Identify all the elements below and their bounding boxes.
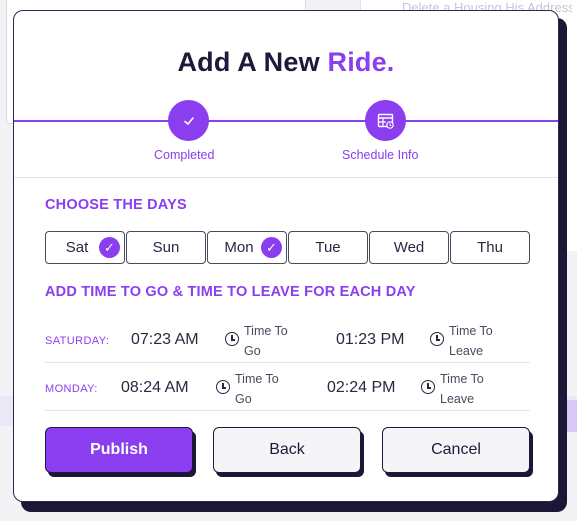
leave-time-value[interactable]: 01:23 PM: [336, 331, 404, 349]
day-button-wed[interactable]: Wed: [369, 231, 449, 264]
go-time-label: Time To Go: [235, 372, 279, 406]
leave-time-value[interactable]: 02:24 PM: [327, 379, 395, 397]
schedule-day-label: SATURDAY:: [45, 335, 110, 347]
title-main: Add A New: [177, 47, 320, 77]
clock-icon[interactable]: [430, 332, 444, 346]
day-label: Mon: [224, 239, 254, 256]
check-icon: ✓: [99, 237, 120, 258]
modal-title: Add A New Ride.: [14, 47, 558, 78]
step-completed[interactable]: [168, 100, 209, 141]
check-icon: ✓: [261, 237, 282, 258]
times-heading: ADD TIME TO GO & TIME TO LEAVE FOR EACH …: [45, 284, 416, 300]
add-ride-modal: Add A New Ride. Completed Schedule Info …: [13, 10, 559, 502]
step-schedule-info[interactable]: [365, 100, 406, 141]
clock-icon[interactable]: [225, 332, 239, 346]
publish-button[interactable]: Publish: [45, 427, 193, 473]
day-button-sun[interactable]: Sun: [126, 231, 206, 264]
day-label: Sat: [65, 239, 89, 256]
day-label: Tue: [315, 239, 341, 256]
clock-icon[interactable]: [421, 380, 435, 394]
go-time-value[interactable]: 08:24 AM: [121, 379, 189, 397]
days-heading: CHOOSE THE DAYS: [45, 197, 187, 213]
day-button-mon[interactable]: Mon ✓: [207, 231, 287, 264]
day-button-tue[interactable]: Tue: [288, 231, 368, 264]
clock-icon[interactable]: [216, 380, 230, 394]
cancel-button[interactable]: Cancel: [382, 427, 530, 473]
day-label: Thu: [477, 239, 503, 256]
schedule-day-label: MONDAY:: [45, 383, 98, 395]
day-label: Sun: [152, 239, 180, 256]
schedule-row-saturday: SATURDAY: 07:23 AM Time To Go 01:23 PM T…: [45, 319, 530, 363]
step-label-completed: Completed: [154, 148, 215, 162]
step-label-schedule: Schedule Info: [342, 148, 419, 162]
leave-time-label: Time To Leave: [449, 324, 493, 358]
go-time-value[interactable]: 07:23 AM: [131, 331, 199, 349]
day-button-thu[interactable]: Thu: [450, 231, 530, 264]
back-button[interactable]: Back: [213, 427, 361, 473]
check-icon: [183, 116, 194, 125]
leave-time-label: Time To Leave: [440, 372, 484, 406]
schedule-row-monday: MONDAY: 08:24 AM Time To Go 02:24 PM Tim…: [45, 367, 530, 411]
go-time-label: Time To Go: [244, 324, 288, 358]
day-button-sat[interactable]: Sat ✓: [45, 231, 125, 264]
calendar-schedule-icon: [377, 113, 394, 129]
stepper-line: [14, 120, 558, 122]
title-accent: Ride.: [327, 47, 395, 77]
day-label: Wed: [393, 239, 425, 256]
divider: [14, 177, 558, 178]
days-selector: Sat ✓ Sun Mon ✓ Tue Wed Thu: [45, 231, 530, 264]
